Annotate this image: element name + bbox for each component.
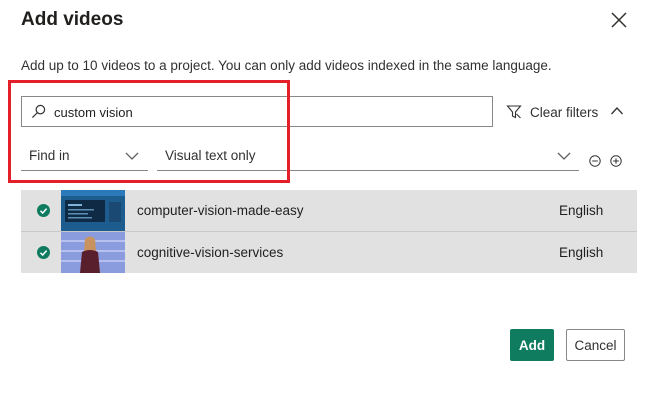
video-name: computer-vision-made-easy bbox=[137, 203, 304, 218]
find-in-value: Find in bbox=[29, 148, 70, 163]
close-icon[interactable] bbox=[608, 9, 630, 31]
dialog-description: Add up to 10 videos to a project. You ca… bbox=[21, 58, 552, 73]
search-box[interactable] bbox=[21, 96, 493, 127]
video-thumbnail bbox=[61, 232, 125, 273]
find-in-dropdown[interactable]: Find in bbox=[21, 142, 148, 171]
search-icon bbox=[31, 104, 46, 119]
video-name: cognitive-vision-services bbox=[137, 245, 284, 260]
cancel-button[interactable]: Cancel bbox=[566, 329, 625, 361]
dialog-title: Add videos bbox=[21, 9, 124, 30]
video-thumbnail bbox=[61, 190, 125, 231]
add-filter-icon[interactable] bbox=[610, 155, 622, 167]
clear-filters-label: Clear filters bbox=[530, 104, 599, 120]
chevron-down-icon bbox=[125, 152, 139, 160]
video-language: English bbox=[559, 203, 604, 218]
checkmark-circle-icon[interactable] bbox=[37, 204, 50, 217]
add-button[interactable]: Add bbox=[510, 329, 554, 361]
video-language: English bbox=[559, 245, 604, 260]
filter-icon bbox=[506, 105, 522, 119]
chevron-up-icon[interactable] bbox=[610, 104, 624, 118]
visual-text-dropdown[interactable]: Visual text only bbox=[157, 142, 579, 171]
chevron-down-icon bbox=[557, 152, 571, 160]
clear-filters-button[interactable]: Clear filters bbox=[506, 100, 598, 124]
visual-text-value: Visual text only bbox=[165, 148, 256, 163]
checkmark-circle-icon[interactable] bbox=[37, 246, 50, 259]
search-input[interactable] bbox=[54, 102, 474, 122]
remove-filter-icon[interactable] bbox=[589, 155, 601, 167]
video-row[interactable]: computer-vision-made-easy English bbox=[21, 190, 637, 231]
video-row[interactable]: cognitive-vision-services English bbox=[21, 232, 637, 273]
